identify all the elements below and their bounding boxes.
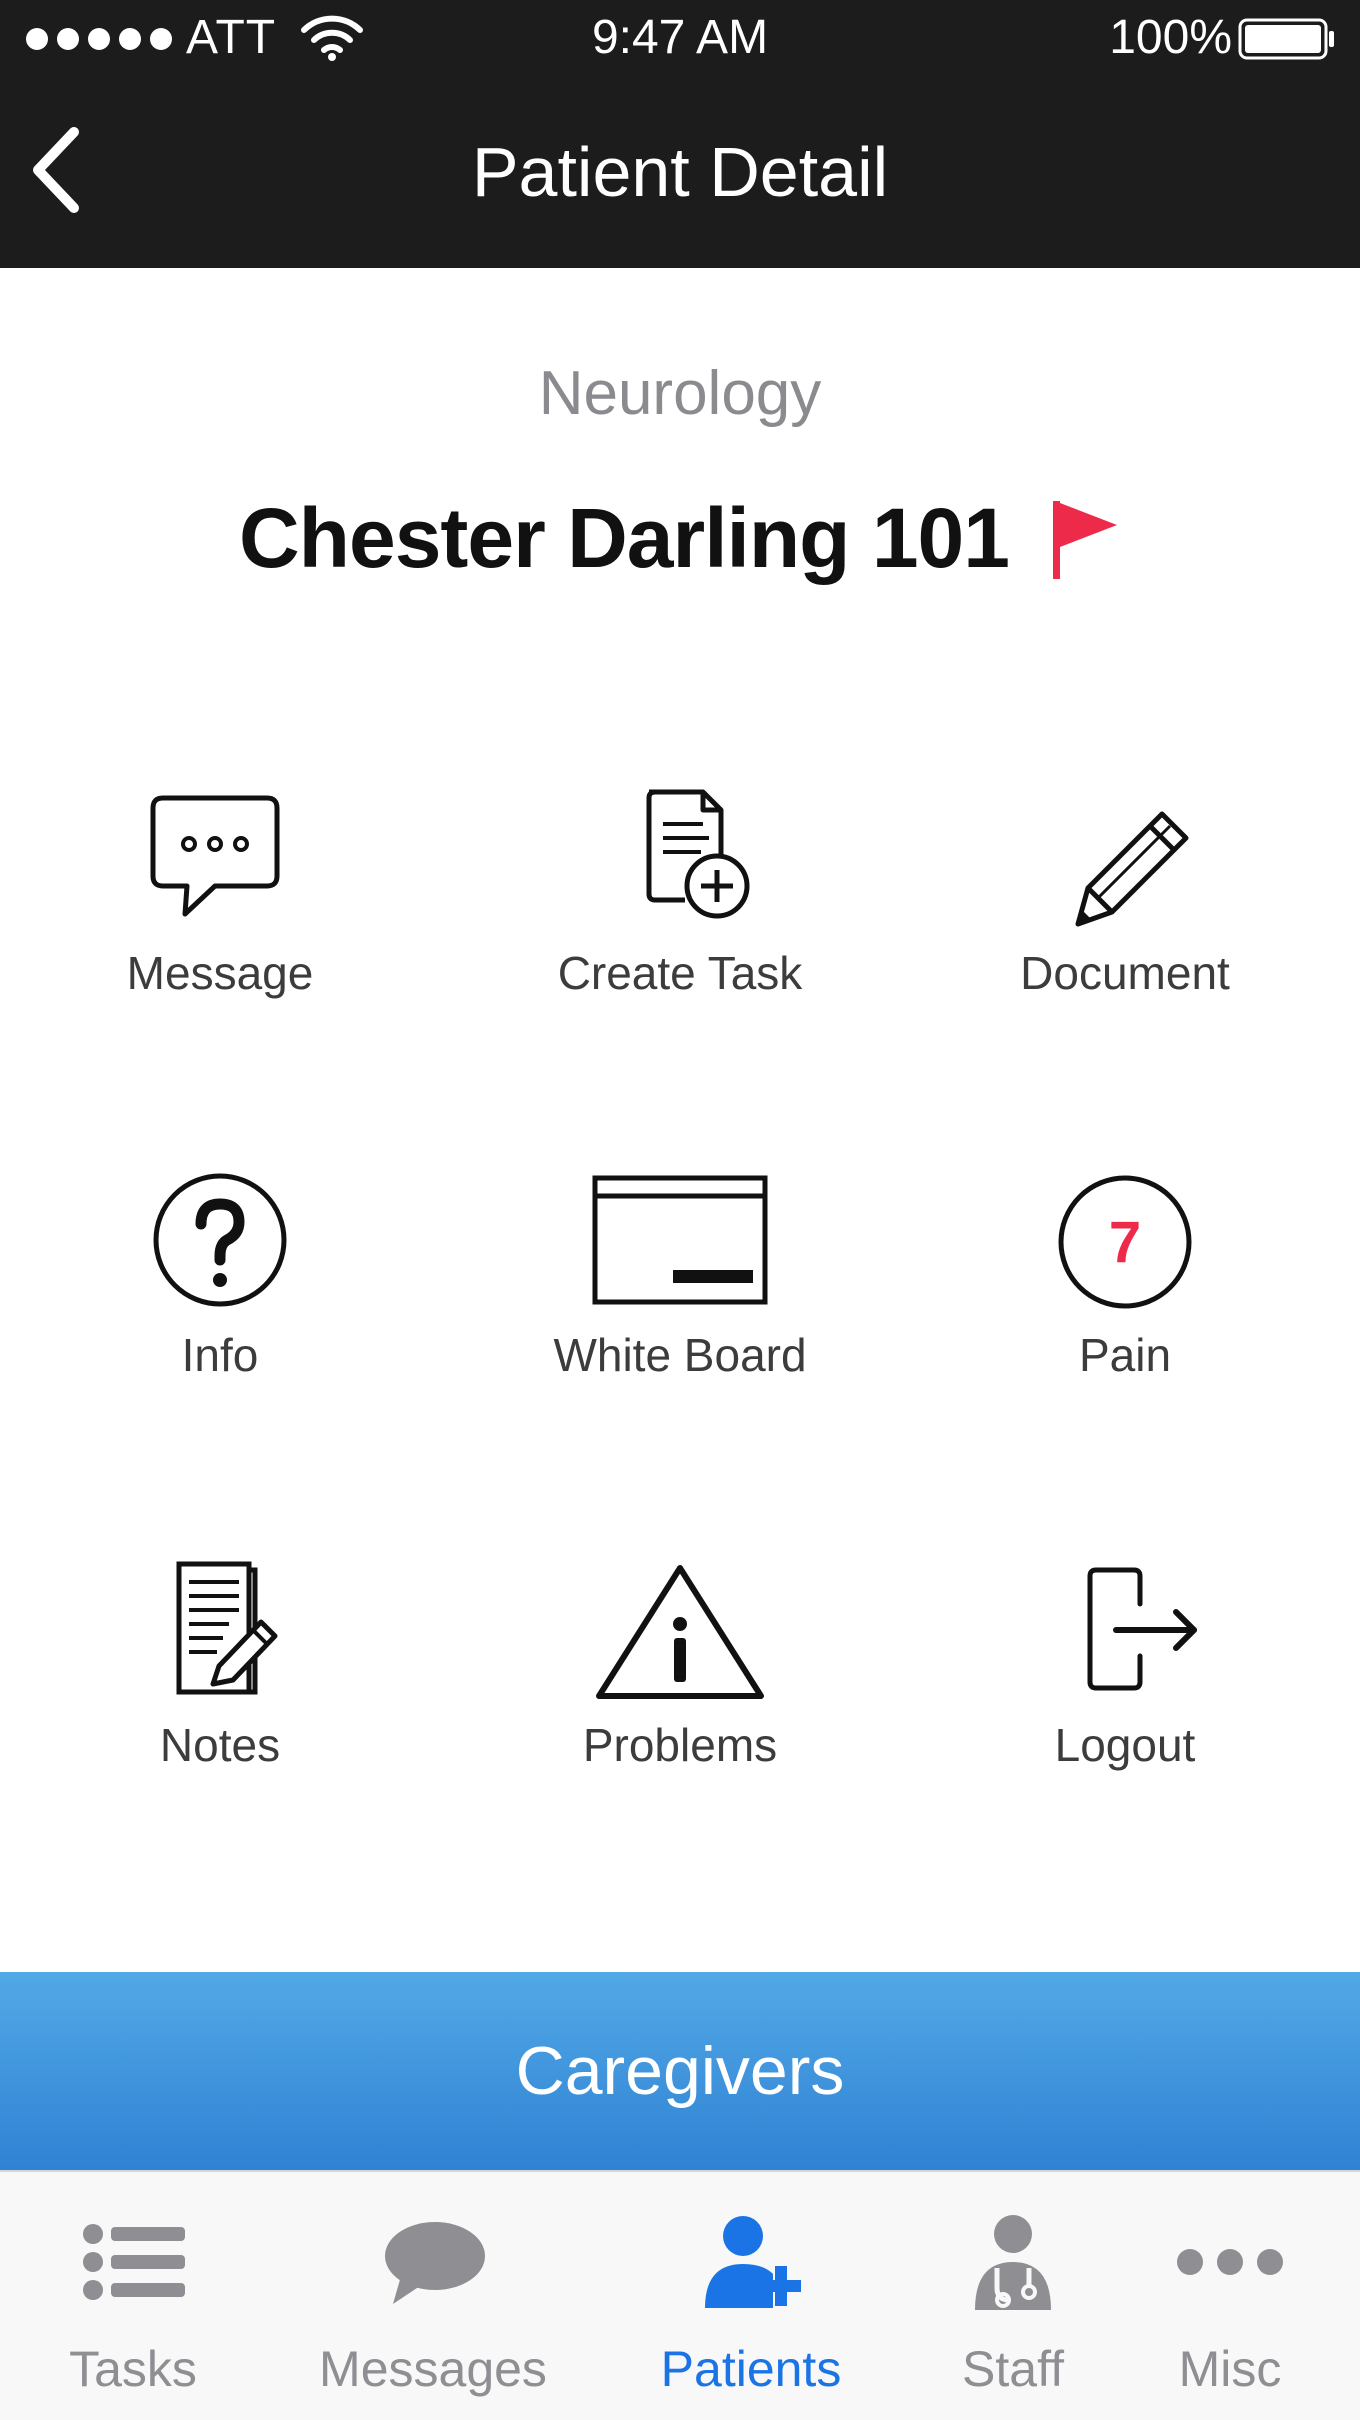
battery-icon xyxy=(1238,18,1334,60)
nav-bar: Patient Detail xyxy=(0,80,1360,268)
warning-triangle-icon xyxy=(596,1565,764,1699)
header: ATT 9:47 AM 100% Patient Detail xyxy=(0,0,1360,268)
department-label: Neurology xyxy=(538,359,822,428)
tab-bar: Tasks Messages Patients Staff Misc xyxy=(0,2170,1360,2420)
white-board-action[interactable]: White Board xyxy=(460,1170,900,1470)
create-task-label: Create Task xyxy=(557,947,803,999)
whiteboard-icon xyxy=(592,1175,768,1305)
more-dots-icon xyxy=(1177,2249,1283,2275)
tab-patients[interactable]: Patients xyxy=(618,2172,884,2420)
notes-label: Notes xyxy=(159,1719,281,1771)
patient-name: Chester Darling 101 xyxy=(239,491,1010,585)
info-label: Info xyxy=(181,1329,259,1381)
logout-action[interactable]: Logout xyxy=(905,1560,1345,1860)
patient-header: Chester Darling 101 xyxy=(0,490,1360,587)
create-task-action[interactable]: Create Task xyxy=(460,788,900,1088)
document-label: Document xyxy=(1020,947,1230,999)
page-title: Patient Detail xyxy=(471,133,889,211)
list-icon xyxy=(83,2224,185,2300)
battery-percent: 100% xyxy=(1109,11,1232,64)
tab-misc-label: Misc xyxy=(1178,2341,1282,2397)
pain-score-icon: 7 xyxy=(1058,1175,1192,1309)
question-circle-icon xyxy=(153,1173,287,1307)
info-action[interactable]: Info xyxy=(0,1170,440,1470)
logout-label: Logout xyxy=(1054,1719,1196,1771)
create-task-icon xyxy=(646,789,750,919)
problems-action[interactable]: Problems xyxy=(460,1560,900,1860)
pain-label: Pain xyxy=(1078,1329,1172,1381)
chat-bubble-icon xyxy=(385,2222,485,2304)
message-label: Message xyxy=(126,947,314,999)
pencil-icon xyxy=(1075,811,1189,927)
message-bubble-icon xyxy=(150,795,280,917)
tab-messages-label: Messages xyxy=(319,2341,547,2397)
pain-action[interactable]: 7 Pain xyxy=(905,1170,1345,1470)
white-board-label: White Board xyxy=(553,1329,807,1381)
tab-tasks-label: Tasks xyxy=(69,2341,197,2397)
flag-icon[interactable] xyxy=(1047,495,1121,583)
notes-icon xyxy=(176,1561,278,1695)
document-action[interactable]: Document xyxy=(905,788,1345,1088)
caregivers-button[interactable]: Caregivers xyxy=(0,1972,1360,2170)
status-bar: ATT 9:47 AM 100% xyxy=(0,0,1360,80)
tab-misc[interactable]: Misc xyxy=(1100,2172,1360,2420)
tab-messages[interactable]: Messages xyxy=(300,2172,566,2420)
tab-patients-label: Patients xyxy=(660,2341,842,2397)
doctor-icon xyxy=(975,2215,1051,2310)
notes-action[interactable]: Notes xyxy=(0,1560,440,1860)
tab-tasks[interactable]: Tasks xyxy=(0,2172,266,2420)
problems-label: Problems xyxy=(582,1719,778,1771)
add-patient-icon xyxy=(705,2216,801,2308)
logout-icon xyxy=(1087,1567,1197,1691)
message-action[interactable]: Message xyxy=(0,788,440,1088)
svg-text:7: 7 xyxy=(1109,1210,1141,1275)
